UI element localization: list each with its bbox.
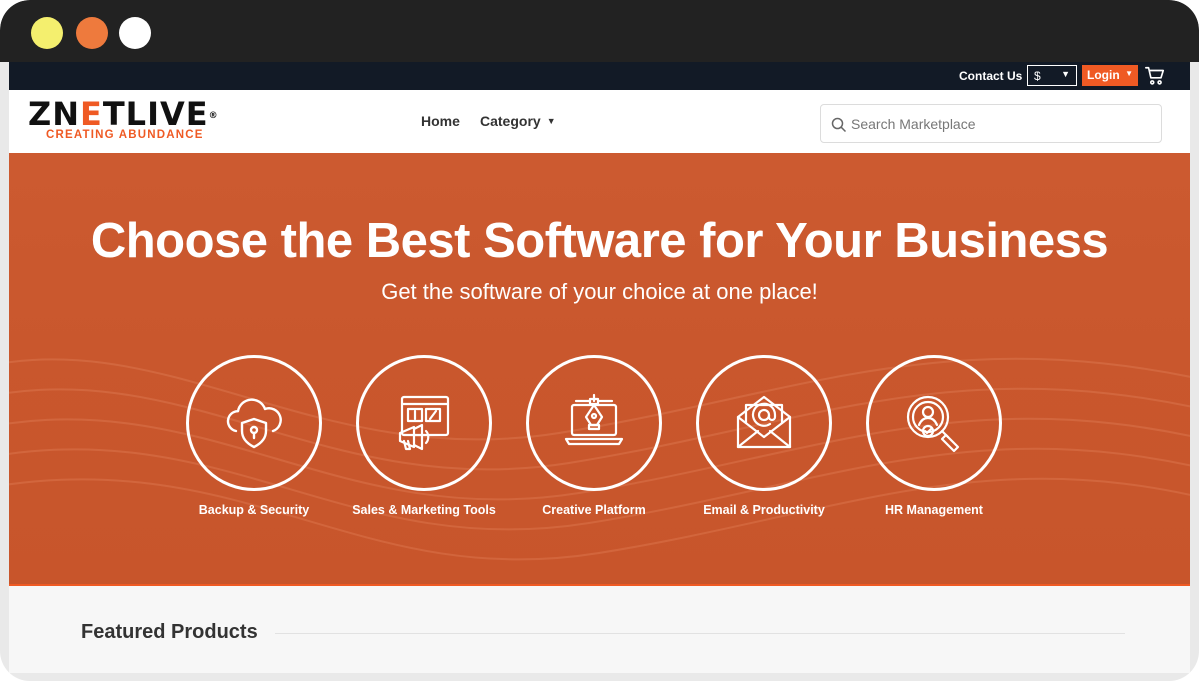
category-label: Backup & Security xyxy=(198,503,310,517)
hero-subtitle: Get the software of your choice at one p… xyxy=(381,279,818,304)
page-viewport: Contact Us $ ▼ Login ▼ ZNETLIVE® CREATIN xyxy=(9,62,1190,673)
logo-tagline: CREATING ABUNDANCE xyxy=(46,129,204,141)
search-input[interactable] xyxy=(851,113,1151,135)
hero-title: Choose the Best Software for Your Busine… xyxy=(90,214,1109,268)
category-sales-marketing[interactable]: Sales & Marketing Tools xyxy=(339,355,509,517)
category-email-productivity[interactable]: Email & Productivity xyxy=(679,355,849,517)
category-label: Email & Productivity xyxy=(703,503,825,517)
logo-wordmark: ZNETLIVE® xyxy=(28,97,219,131)
nav-home-link[interactable]: Home xyxy=(421,113,460,129)
browser-window: Contact Us $ ▼ Login ▼ ZNETLIVE® CREATIN xyxy=(0,0,1199,681)
chevron-down-icon: ▼ xyxy=(1125,69,1133,78)
search-box xyxy=(820,104,1162,143)
chevron-down-icon: ▼ xyxy=(1061,69,1070,79)
cart-icon[interactable] xyxy=(1144,65,1166,87)
category-circle xyxy=(866,355,1002,491)
logo-trademark: ® xyxy=(208,111,219,121)
logo-accent-letter: E xyxy=(79,95,103,133)
cloud-shield-icon xyxy=(226,398,282,449)
window-maximize-button[interactable] xyxy=(76,17,108,49)
window-titlebar xyxy=(0,0,1199,62)
window-close-button[interactable] xyxy=(119,17,151,49)
category-circle xyxy=(526,355,662,491)
window-minimize-button[interactable] xyxy=(31,17,63,49)
category-creative-platform[interactable]: Creative Platform xyxy=(509,355,679,517)
section-divider xyxy=(275,633,1125,634)
login-label: Login xyxy=(1087,68,1120,82)
chevron-down-icon: ▼ xyxy=(546,116,556,126)
hero-banner: Choose the Best Software for Your Busine… xyxy=(9,153,1190,586)
category-label: Creative Platform xyxy=(542,503,646,517)
megaphone-icon xyxy=(398,395,450,451)
email-envelope-icon xyxy=(736,395,792,449)
currency-value: $ xyxy=(1034,69,1041,83)
pen-tool-laptop-icon xyxy=(564,393,624,446)
logo-text: ZNETLIVE xyxy=(28,95,209,133)
people-search-icon xyxy=(906,395,960,453)
category-circle xyxy=(696,355,832,491)
contact-us-link[interactable]: Contact Us xyxy=(959,69,1022,83)
category-circle xyxy=(186,355,322,491)
site-header: ZNETLIVE® CREATING ABUNDANCE Home Catego… xyxy=(9,90,1190,153)
nav-category-dropdown[interactable]: Category ▼ xyxy=(480,113,556,129)
featured-products-title: Featured Products xyxy=(81,621,258,643)
category-backup-security[interactable]: Backup & Security xyxy=(169,355,339,517)
category-label: Sales & Marketing Tools xyxy=(352,503,496,517)
featured-products-section: Featured Products xyxy=(9,586,1190,673)
utility-bar: Contact Us $ ▼ Login ▼ xyxy=(9,62,1190,90)
category-label: HR Management xyxy=(885,503,983,517)
login-button[interactable]: Login ▼ xyxy=(1082,65,1138,86)
category-circle xyxy=(356,355,492,491)
nav-category-label: Category xyxy=(480,113,541,129)
search-icon xyxy=(831,117,847,133)
currency-select[interactable]: $ ▼ xyxy=(1027,65,1077,86)
site-logo[interactable]: ZNETLIVE® CREATING ABUNDANCE xyxy=(28,97,219,141)
category-hr-management[interactable]: HR Management xyxy=(849,355,1019,517)
